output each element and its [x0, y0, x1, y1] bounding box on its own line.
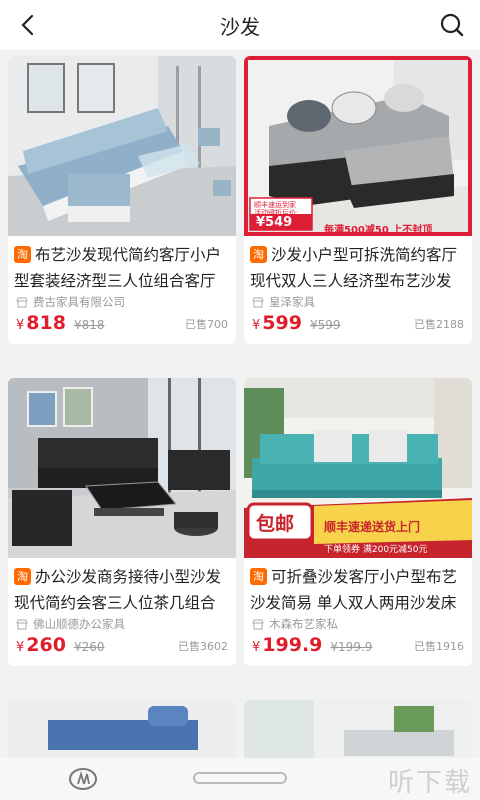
badge-price: ¥549 — [256, 215, 293, 230]
product-title[interactable]: 淘沙发小户型可拆洗简约客厅现代双人三人经济型布艺沙发 — [250, 242, 466, 294]
product-card[interactable]: 淘布艺沙发现代简约客厅小户型套装经济型三人位组合客厅家具 费古家具有限公司 ¥ … — [8, 56, 236, 344]
original-price: ¥599 — [309, 318, 341, 332]
app-logo-icon[interactable] — [68, 767, 98, 791]
product-image[interactable] — [8, 378, 236, 558]
promo-banner: 每满500减50 上不封顶 — [324, 225, 433, 236]
price: ¥ 199.9 ¥199.9 — [252, 634, 373, 656]
original-price: ¥260 — [73, 640, 105, 654]
price: ¥ 260 ¥260 — [16, 634, 105, 656]
top-bar: 沙发 — [0, 0, 480, 50]
sold-count: 已售1916 — [414, 640, 464, 653]
product-image[interactable]: 包邮 顺丰速递送货上门 下单领券 满200元减50元 — [244, 378, 472, 558]
product-card[interactable]: 包邮 顺丰速递送货上门 下单领券 满200元减50元 淘可折叠沙发客厅小户型布艺… — [244, 378, 472, 666]
back-arrow-icon[interactable] — [14, 11, 42, 39]
product-image[interactable] — [8, 56, 236, 236]
shop-icon — [16, 296, 28, 308]
current-price: 260 — [26, 634, 66, 656]
product-card[interactable]: 淘办公沙发商务接待小型沙发现代简约会客三人位茶几组合 佛山顺德办公家具 ¥ 26… — [8, 378, 236, 666]
sold-count: 已售3602 — [178, 640, 228, 653]
badge-line1: 顺丰速运到家 — [254, 201, 296, 209]
shop-icon — [16, 618, 28, 630]
home-indicator[interactable] — [193, 772, 287, 784]
sold-count: 已售2188 — [414, 318, 464, 331]
page-title: 沙发 — [220, 14, 260, 39]
original-price: ¥818 — [73, 318, 105, 332]
product-title[interactable]: 淘办公沙发商务接待小型沙发现代简约会客三人位茶几组合 — [14, 564, 230, 616]
shop-icon — [252, 618, 264, 630]
taobao-badge: 淘 — [14, 568, 31, 585]
current-price: 599 — [262, 312, 302, 334]
product-image[interactable] — [8, 700, 236, 760]
product-card[interactable] — [8, 700, 236, 760]
system-nav-bar: 听下载 — [0, 758, 480, 800]
shop-icon — [252, 296, 264, 308]
search-icon[interactable] — [438, 11, 466, 39]
badge-line1: 顺丰速递送货上门 — [324, 520, 421, 534]
current-price: 818 — [26, 312, 66, 334]
free-shipping-badge: 包邮 — [256, 513, 295, 535]
taobao-badge: 淘 — [250, 568, 267, 585]
product-image[interactable]: 顺丰速运到家 活动键折后价: ¥549 每满500减50 上不封顶 — [244, 56, 472, 236]
watermark: 听下载 — [387, 768, 472, 798]
original-price: ¥199.9 — [330, 640, 373, 654]
product-image[interactable] — [244, 700, 472, 760]
shop-name[interactable]: 皇泽家具 — [252, 294, 315, 310]
product-title[interactable]: 淘布艺沙发现代简约客厅小户型套装经济型三人位组合客厅家具 — [14, 242, 230, 294]
product-card[interactable]: 顺丰速运到家 活动键折后价: ¥549 每满500减50 上不封顶 淘沙发小户型… — [244, 56, 472, 344]
sold-count: 已售700 — [185, 318, 228, 331]
product-card[interactable] — [244, 700, 472, 760]
price: ¥ 599 ¥599 — [252, 312, 341, 334]
badge-line2: 下单领券 满200元减50元 — [324, 545, 428, 555]
price: ¥ 818 ¥818 — [16, 312, 105, 334]
shop-name[interactable]: 佛山顺德办公家具 — [16, 616, 125, 632]
product-title[interactable]: 淘可折叠沙发客厅小户型布艺沙发简易 单人双人两用沙发床 — [250, 564, 466, 616]
current-price: 199.9 — [262, 634, 323, 656]
shop-name[interactable]: 费古家具有限公司 — [16, 294, 125, 310]
taobao-badge: 淘 — [250, 246, 267, 263]
taobao-badge: 淘 — [14, 246, 31, 263]
shop-name[interactable]: 木森布艺家私 — [252, 616, 338, 632]
